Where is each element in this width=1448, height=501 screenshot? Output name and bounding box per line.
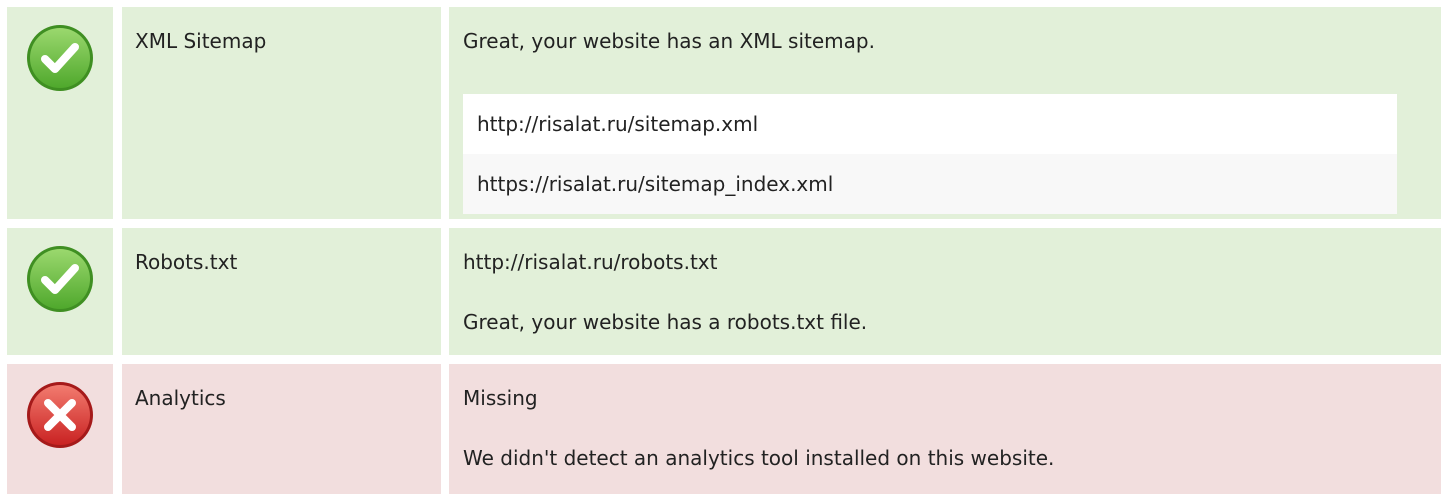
status-cell — [7, 364, 113, 494]
sitemap-url-list: http://risalat.ru/sitemap.xml https://ri… — [463, 94, 1397, 214]
check-label: XML Sitemap — [135, 29, 267, 53]
check-circle-icon — [27, 25, 93, 91]
check-message: We didn't detect an analytics tool insta… — [463, 446, 1055, 470]
check-value-cell: Great, your website has an XML sitemap. … — [449, 7, 1441, 219]
check-message: Great, your website has an XML sitemap. — [463, 29, 875, 53]
check-value-cell: http://risalat.ru/robots.txt Great, your… — [449, 228, 1441, 355]
check-circle-icon — [27, 246, 93, 312]
check-row-xml-sitemap: XML Sitemap Great, your website has an X… — [0, 7, 1448, 219]
robots-url: http://risalat.ru/robots.txt — [463, 250, 718, 274]
status-cell — [7, 7, 113, 219]
sitemap-url: https://risalat.ru/sitemap_index.xml — [463, 154, 1397, 214]
sitemap-url: http://risalat.ru/sitemap.xml — [463, 94, 1397, 154]
x-circle-icon — [27, 382, 93, 448]
status-cell — [7, 228, 113, 355]
check-row-robots-txt: Robots.txt http://risalat.ru/robots.txt … — [0, 228, 1448, 355]
check-message: Great, your website has a robots.txt fil… — [463, 310, 868, 334]
check-value-cell: Missing We didn't detect an analytics to… — [449, 364, 1441, 494]
check-label-cell: Robots.txt — [122, 228, 441, 355]
check-label: Analytics — [135, 386, 226, 410]
check-row-analytics: Analytics Missing We didn't detect an an… — [0, 364, 1448, 494]
check-label-cell: XML Sitemap — [122, 7, 441, 219]
check-label-cell: Analytics — [122, 364, 441, 494]
status-value: Missing — [463, 386, 538, 410]
check-label: Robots.txt — [135, 250, 238, 274]
